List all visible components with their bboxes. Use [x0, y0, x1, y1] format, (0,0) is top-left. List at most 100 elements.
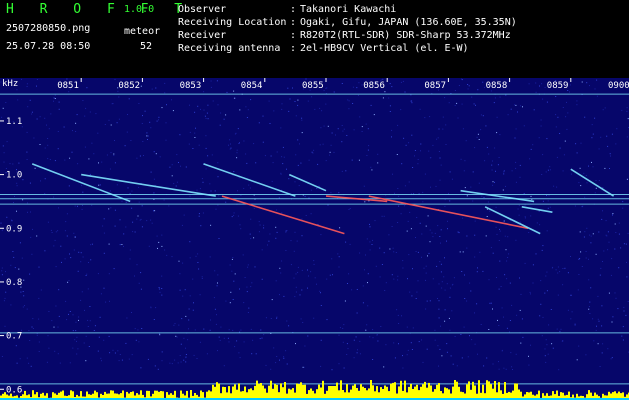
- noise-speck: [411, 134, 413, 136]
- noise-speck: [118, 96, 120, 98]
- noise-speck: [380, 326, 382, 327]
- noise-speck: [621, 109, 623, 111]
- noise-speck: [547, 207, 549, 209]
- noise-speck: [44, 178, 46, 180]
- noise-speck: [197, 262, 199, 263]
- noise-speck: [341, 125, 343, 126]
- noise-speck: [252, 339, 254, 341]
- noise-speck: [397, 275, 399, 277]
- noise-speck: [610, 274, 612, 276]
- noise-speck: [577, 289, 579, 291]
- noise-speck: [346, 135, 348, 136]
- noise-speck: [438, 308, 440, 310]
- noise-speck: [570, 318, 572, 320]
- noise-speck: [26, 83, 28, 85]
- noise-speck: [119, 219, 121, 221]
- noise-speck: [449, 329, 451, 331]
- noise-speck: [408, 254, 410, 256]
- noise-speck: [361, 126, 363, 128]
- noise-speck: [44, 117, 46, 119]
- noise-speck: [517, 208, 519, 210]
- noise-speck: [36, 334, 38, 336]
- noise-speck: [247, 266, 249, 268]
- noise-speck: [263, 334, 265, 336]
- noise-speck: [60, 245, 62, 247]
- noise-speck: [262, 141, 264, 143]
- noise-speck: [406, 326, 408, 328]
- noise-speck: [471, 339, 473, 341]
- noise-speck: [194, 132, 196, 134]
- noise-speck: [460, 158, 462, 160]
- noise-speck: [245, 106, 247, 108]
- noise-speck: [32, 318, 34, 320]
- noise-speck: [197, 105, 199, 107]
- noise-speck: [297, 164, 299, 166]
- noise-speck: [612, 316, 614, 318]
- noise-speck: [618, 222, 620, 224]
- noise-speck: [425, 279, 426, 281]
- activity-bar: [238, 383, 240, 400]
- noise-speck: [447, 228, 448, 230]
- noise-speck: [250, 286, 252, 288]
- noise-speck: [67, 281, 69, 283]
- noise-speck: [548, 324, 550, 326]
- noise-speck: [463, 170, 465, 172]
- noise-speck: [353, 339, 355, 341]
- noise-speck: [569, 91, 570, 93]
- noise-speck: [183, 359, 185, 361]
- noise-speck: [97, 132, 99, 134]
- noise-speck: [609, 168, 610, 169]
- noise-speck: [217, 282, 218, 284]
- noise-speck: [250, 238, 252, 240]
- noise-speck: [535, 253, 537, 255]
- noise-speck: [138, 282, 140, 284]
- noise-speck: [343, 367, 345, 369]
- noise-speck: [58, 108, 60, 110]
- noise-speck: [462, 128, 464, 130]
- noise-speck: [239, 357, 241, 359]
- noise-speck: [444, 97, 446, 99]
- noise-speck: [159, 156, 161, 158]
- noise-speck: [91, 142, 93, 144]
- noise-speck: [483, 365, 485, 367]
- noise-speck: [12, 251, 14, 252]
- noise-speck: [200, 108, 201, 110]
- activity-bar: [390, 383, 392, 400]
- noise-speck: [219, 124, 221, 126]
- noise-speck: [414, 155, 415, 157]
- y-tick-label: 0.6: [6, 385, 22, 395]
- noise-speck: [342, 130, 344, 132]
- noise-speck: [248, 184, 250, 186]
- noise-speck: [478, 182, 480, 184]
- noise-speck: [349, 208, 351, 209]
- noise-speck: [132, 231, 134, 233]
- noise-speck: [362, 302, 364, 304]
- noise-speck: [511, 304, 513, 306]
- noise-speck: [596, 325, 597, 327]
- noise-speck: [210, 224, 212, 226]
- noise-speck: [377, 162, 379, 164]
- noise-speck: [443, 276, 445, 278]
- noise-speck: [590, 242, 592, 244]
- noise-speck: [482, 270, 484, 272]
- noise-speck: [385, 282, 387, 284]
- noise-speck: [234, 133, 236, 135]
- noise-speck: [239, 109, 241, 111]
- noise-speck: [552, 347, 554, 349]
- noise-speck: [178, 162, 179, 163]
- noise-speck: [437, 298, 438, 299]
- noise-speck: [320, 234, 322, 236]
- noise-speck: [210, 190, 212, 192]
- activity-bar: [414, 386, 416, 400]
- noise-speck: [319, 107, 321, 109]
- noise-speck: [31, 326, 33, 328]
- noise-speck: [332, 274, 333, 276]
- noise-speck: [416, 291, 418, 293]
- header-panel: H R O F F T 1.0.0 2507280850.png 25.07.2…: [0, 0, 629, 78]
- noise-speck: [271, 180, 273, 182]
- noise-speck: [558, 369, 560, 371]
- noise-speck: [541, 174, 543, 175]
- noise-speck: [348, 209, 350, 210]
- app-version: 1.0.0: [124, 4, 155, 15]
- noise-speck: [589, 234, 591, 236]
